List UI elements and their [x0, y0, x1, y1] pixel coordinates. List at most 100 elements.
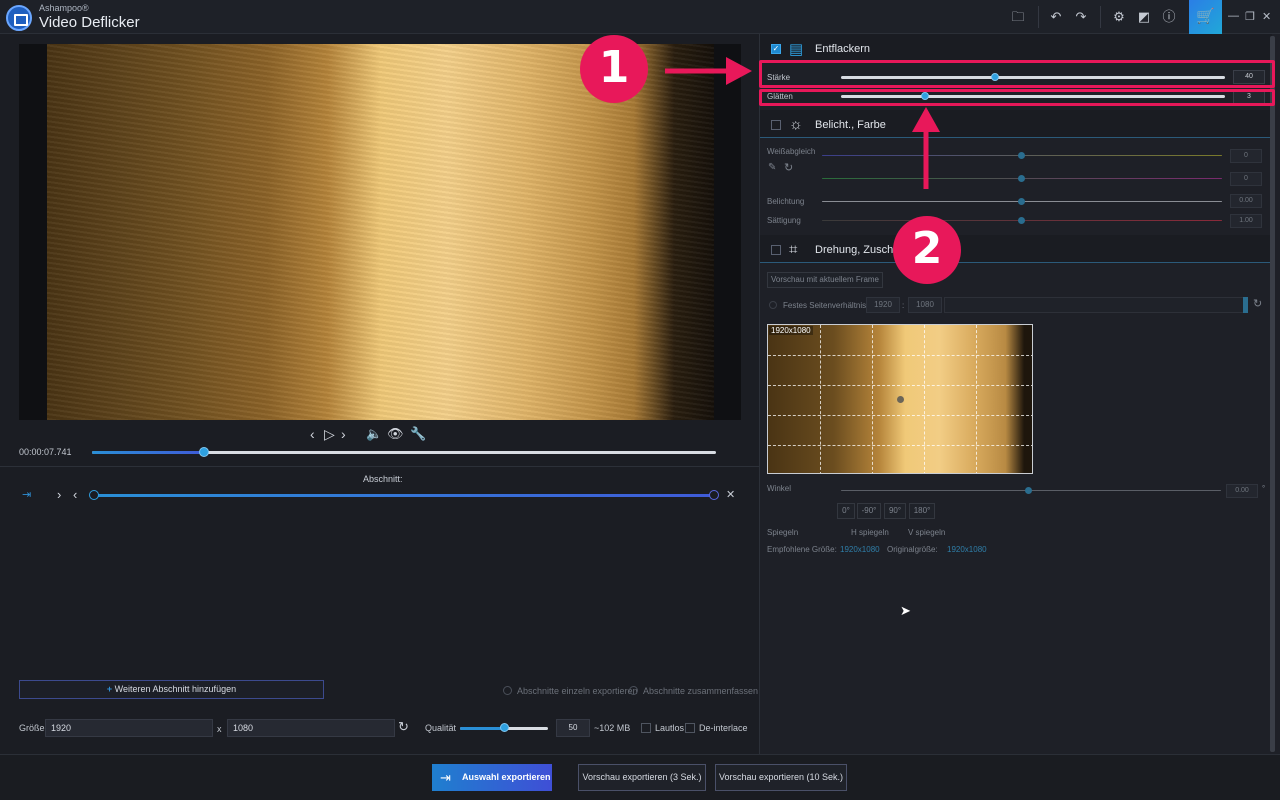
- play-icon[interactable]: ▷: [324, 426, 335, 443]
- size-estimate: ~102 MB: [594, 723, 631, 733]
- exposure-header[interactable]: ☼ Belicht., Farbe: [760, 110, 1272, 138]
- plus-icon: +: [106, 684, 113, 694]
- crop-preview[interactable]: 1920x1080: [767, 324, 1033, 474]
- preview-3s-button[interactable]: Vorschau exportieren (3 Sek.): [578, 764, 706, 791]
- export-button[interactable]: ⇥ Auswahl exportieren: [432, 764, 552, 791]
- chevron-left-icon[interactable]: ‹: [73, 487, 77, 502]
- size-separator: x: [217, 724, 222, 734]
- export-section-icon[interactable]: ⇥: [22, 488, 31, 501]
- add-section-button[interactable]: + Weiteren Abschnitt hinzufügen: [19, 680, 324, 699]
- merge-sections-option[interactable]: Abschnitte zusammenfassen: [629, 686, 758, 696]
- size-label: Größe: [19, 723, 45, 733]
- mouse-cursor-icon: ➤: [900, 603, 911, 618]
- grid-line: [768, 445, 1032, 446]
- grid-line: [924, 325, 925, 473]
- close-icon[interactable]: ✕: [1262, 10, 1271, 23]
- export-icon: ⇥: [440, 770, 451, 785]
- h-mirror-button[interactable]: H spiegeln: [851, 528, 889, 537]
- ratio-select[interactable]: [944, 297, 1244, 313]
- reset-icon[interactable]: ↻: [784, 161, 793, 174]
- timeline-handle[interactable]: [199, 447, 210, 457]
- deinterlace-checkbox[interactable]: De-interlace: [685, 723, 748, 733]
- deflicker-header[interactable]: ✓ ▤ Entflackern: [760, 34, 1272, 62]
- ratio-select-scrollbar[interactable]: [1243, 297, 1248, 313]
- angle-value[interactable]: 0.00: [1226, 484, 1258, 498]
- prev-frame-icon[interactable]: ‹: [310, 426, 315, 442]
- ratio-radio-icon[interactable]: [769, 301, 777, 309]
- rotate-minus90-button[interactable]: -90°: [857, 503, 881, 519]
- crop-icon: ⌗: [789, 241, 798, 258]
- ratio-width-field[interactable]: 1920: [866, 297, 900, 313]
- saturation-slider-handle[interactable]: [1018, 217, 1025, 224]
- saturation-value[interactable]: 1.00: [1230, 214, 1262, 228]
- rotate-0-button[interactable]: 0°: [837, 503, 855, 519]
- merge-sections-label: Abschnitte zusammenfassen: [643, 686, 759, 696]
- checkbox-icon: [641, 723, 651, 733]
- wb-value-1[interactable]: 0: [1230, 149, 1262, 163]
- deinterlace-label: De-interlace: [699, 723, 748, 733]
- cart-icon[interactable]: 🛒: [1189, 0, 1222, 34]
- export-label: Auswahl exportieren: [462, 772, 551, 782]
- info-icon[interactable]: ⓘ: [1161, 9, 1177, 25]
- compare-icon[interactable]: ◩: [1136, 9, 1152, 25]
- crop-checkbox[interactable]: [771, 245, 781, 255]
- wb-value-2[interactable]: 0: [1230, 172, 1262, 186]
- volume-icon[interactable]: 🔈: [366, 426, 382, 442]
- crop-center-handle[interactable]: [897, 396, 904, 403]
- chevron-right-icon[interactable]: ›: [57, 487, 61, 502]
- undo-icon[interactable]: ↶: [1048, 9, 1064, 25]
- recommended-size-link[interactable]: 1920x1080: [840, 545, 880, 554]
- angle-slider-handle[interactable]: [1025, 487, 1032, 494]
- timeline-progress: [92, 451, 205, 454]
- eye-icon[interactable]: 👁: [387, 426, 404, 442]
- deflicker-checkbox[interactable]: ✓: [771, 44, 781, 54]
- eyedropper-icon[interactable]: ✎: [768, 162, 776, 173]
- deflicker-icon: ▤: [789, 41, 804, 58]
- rotate-180-button[interactable]: 180°: [909, 503, 935, 519]
- ratio-height-field[interactable]: 1080: [908, 297, 942, 313]
- checkbox-icon: [685, 723, 695, 733]
- remove-section-icon[interactable]: ✕: [726, 488, 735, 501]
- redo-icon[interactable]: ↷: [1073, 9, 1089, 25]
- lossless-checkbox[interactable]: Lautlos: [641, 723, 684, 733]
- minimize-icon[interactable]: —: [1228, 10, 1239, 22]
- v-mirror-button[interactable]: V spiegeln: [908, 528, 945, 537]
- folder-icon[interactable]: 🗀: [1010, 9, 1026, 25]
- preview-frame-button[interactable]: Vorschau mit aktuellem Frame: [767, 272, 883, 288]
- annotation-badge-1: 1: [580, 35, 648, 103]
- exposure-slider-handle[interactable]: [1018, 198, 1025, 205]
- gear-icon[interactable]: ⚙: [1111, 9, 1127, 25]
- degree-unit: °: [1262, 484, 1266, 493]
- reset-size-icon[interactable]: ↻: [398, 719, 409, 735]
- radio-icon: [629, 686, 638, 695]
- lossless-label: Lautlos: [655, 723, 685, 733]
- exposure-value[interactable]: 0.00: [1230, 194, 1262, 208]
- width-field[interactable]: 1920: [45, 719, 213, 737]
- wrench-icon[interactable]: 🔧: [410, 426, 426, 442]
- crop-header[interactable]: ⌗ Drehung, Zuschn: [760, 235, 1272, 263]
- exposure-checkbox[interactable]: [771, 120, 781, 130]
- export-separately-option[interactable]: Abschnitte einzeln exportieren: [503, 686, 638, 696]
- quality-value[interactable]: 50: [556, 719, 590, 737]
- restore-icon[interactable]: ❐: [1245, 10, 1255, 23]
- playback-time: 00:00:07.741: [19, 447, 72, 457]
- angle-label: Winkel: [767, 484, 792, 493]
- rotate-90-button[interactable]: 90°: [884, 503, 906, 519]
- quality-slider-handle[interactable]: [500, 723, 509, 732]
- exposure-label: Belichtung: [767, 197, 805, 206]
- original-size-link[interactable]: 1920x1080: [947, 545, 987, 554]
- height-field[interactable]: 1080: [227, 719, 395, 737]
- white-balance-label: Weißabgleich: [767, 147, 816, 156]
- annotation-arrow-2: [912, 107, 940, 189]
- wb-slider-1-handle[interactable]: [1018, 152, 1025, 159]
- preview-10s-button[interactable]: Vorschau exportieren (10 Sek.): [715, 764, 847, 791]
- section-end-handle[interactable]: [709, 490, 719, 500]
- section-range[interactable]: [94, 494, 714, 497]
- reset-crop-icon[interactable]: ↻: [1253, 297, 1262, 310]
- section-start-handle[interactable]: [89, 490, 99, 500]
- video-preview[interactable]: [19, 44, 741, 420]
- wb-slider-2-handle[interactable]: [1018, 175, 1025, 182]
- crop-size-label: 1920x1080: [769, 326, 813, 335]
- next-frame-icon[interactable]: ›: [341, 426, 346, 442]
- panel-scrollbar[interactable]: [1270, 36, 1275, 752]
